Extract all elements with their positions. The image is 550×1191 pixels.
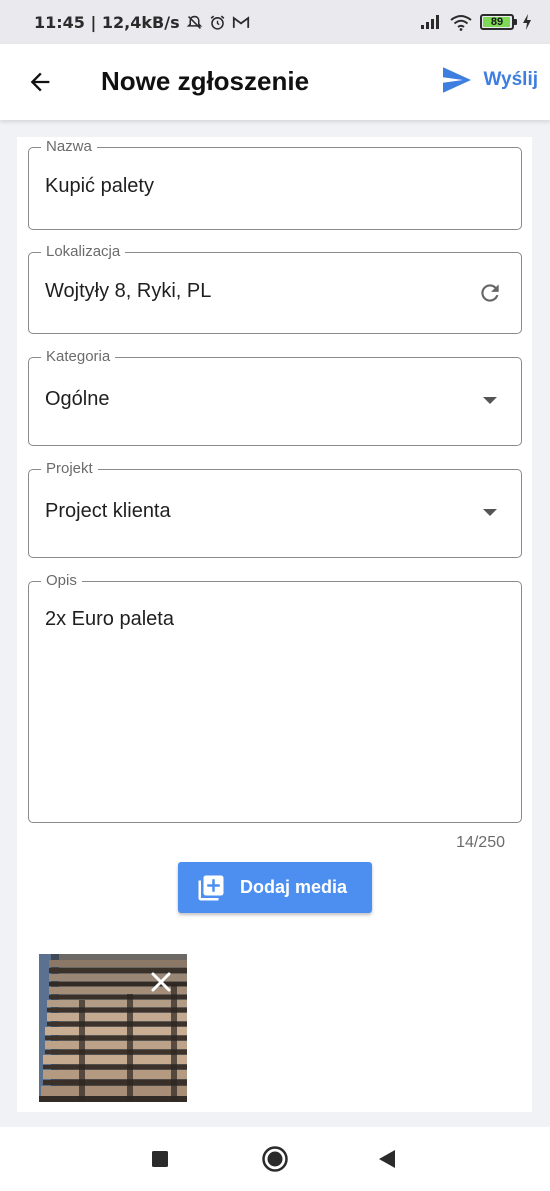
media-thumbnail[interactable] bbox=[39, 954, 187, 1102]
back-icon bbox=[379, 1150, 395, 1168]
description-char-counter: 14/250 bbox=[456, 834, 505, 851]
send-button[interactable]: Wyślij bbox=[441, 66, 538, 94]
location-field[interactable]: Lokalizacja Wojtyły 8, Ryki, PL bbox=[28, 243, 522, 334]
arrow-back-icon bbox=[30, 72, 50, 92]
description-textarea[interactable]: Opis 2x Euro paleta bbox=[28, 572, 522, 823]
system-nav-bar bbox=[0, 1127, 550, 1191]
location-field-value: Wojtyły 8, Ryki, PL bbox=[45, 280, 212, 302]
description-field-value: 2x Euro paleta bbox=[45, 608, 174, 630]
category-field-label: Kategoria bbox=[41, 348, 116, 366]
send-icon bbox=[443, 67, 472, 93]
category-select[interactable]: Kategoria Ogólne bbox=[28, 348, 522, 446]
signal-icon bbox=[421, 15, 439, 29]
page-title: Nowe zgłoszenie bbox=[101, 66, 310, 96]
dropdown-arrow-icon bbox=[483, 397, 497, 404]
wifi-icon bbox=[450, 14, 472, 31]
back-button[interactable] bbox=[22, 64, 58, 100]
mute-icon bbox=[186, 15, 202, 29]
send-label: Wyślij bbox=[483, 69, 538, 90]
notification-icons bbox=[186, 14, 250, 31]
refresh-icon bbox=[481, 284, 499, 302]
category-field-value: Ogólne bbox=[45, 388, 110, 410]
project-dropdown-button[interactable] bbox=[477, 500, 503, 526]
charging-icon bbox=[523, 14, 531, 30]
name-field[interactable]: Nazwa Kupić palety bbox=[28, 138, 522, 230]
status-bar: 11:45 | 12,4kB/s 89 bbox=[0, 0, 550, 44]
recent-apps-button[interactable] bbox=[144, 1143, 176, 1175]
form-card: Nazwa Kupić palety Lokalizacja Wojtyły 8… bbox=[17, 137, 532, 1112]
project-field-value: Project klienta bbox=[45, 500, 171, 522]
alarm-icon bbox=[210, 15, 224, 30]
recent-apps-icon bbox=[152, 1151, 168, 1167]
home-icon bbox=[262, 1146, 288, 1172]
add-photo-library-icon bbox=[198, 875, 224, 900]
description-field-label: Opis bbox=[41, 572, 82, 590]
close-icon bbox=[151, 972, 171, 992]
location-field-label: Lokalizacja bbox=[41, 243, 126, 261]
project-select[interactable]: Projekt Project klienta bbox=[28, 460, 522, 558]
battery-icon: 89 bbox=[480, 14, 517, 30]
add-media-label: Dodaj media bbox=[240, 877, 348, 897]
remove-media-button[interactable] bbox=[147, 968, 175, 996]
name-field-label: Nazwa bbox=[41, 138, 97, 156]
back-nav-button[interactable] bbox=[371, 1143, 403, 1175]
name-field-value: Kupić palety bbox=[45, 175, 154, 197]
refresh-location-button[interactable] bbox=[477, 280, 503, 306]
status-right: 89 bbox=[420, 14, 532, 31]
status-left: 11:45 | 12,4kB/s bbox=[34, 13, 250, 32]
project-field-label: Projekt bbox=[41, 460, 98, 478]
add-media-button[interactable]: Dodaj media bbox=[178, 862, 372, 913]
app-bar: Nowe zgłoszenie Wyślij bbox=[0, 44, 550, 120]
gmail-icon bbox=[232, 15, 249, 28]
home-button[interactable] bbox=[259, 1143, 291, 1175]
battery-level: 89 bbox=[490, 16, 504, 28]
status-time-speed: 11:45 | 12,4kB/s bbox=[34, 12, 180, 32]
dropdown-arrow-icon bbox=[483, 509, 497, 516]
category-dropdown-button[interactable] bbox=[477, 388, 503, 414]
